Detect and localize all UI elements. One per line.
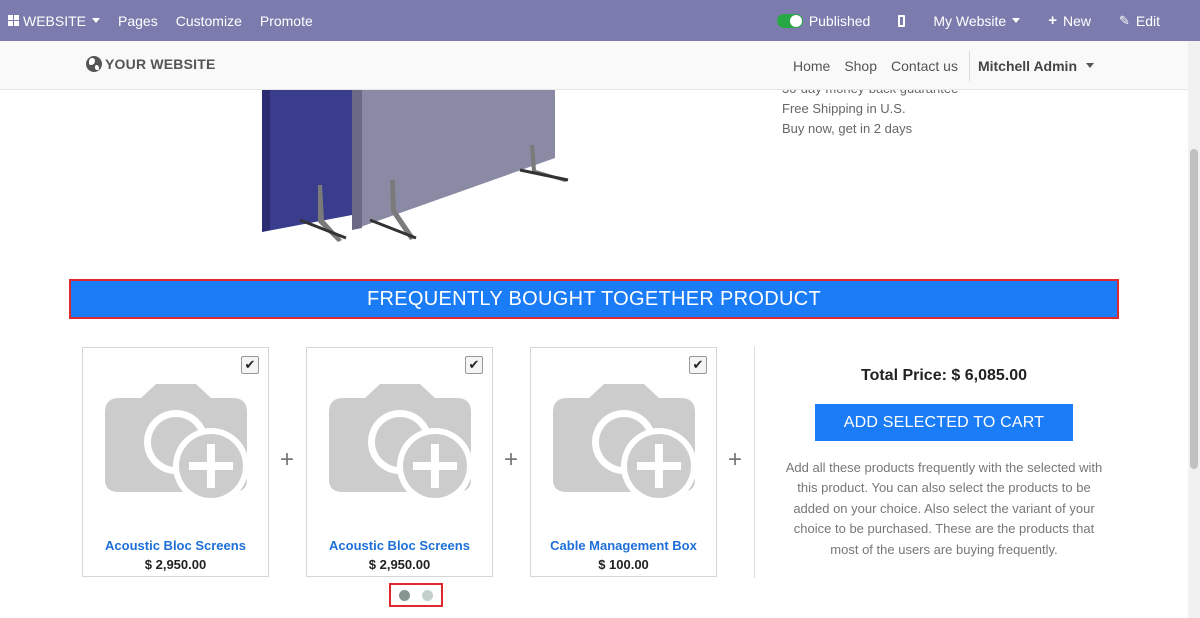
section-title: FREQUENTLY BOUGHT TOGETHER PRODUCT xyxy=(367,287,821,310)
carousel-pagination xyxy=(389,583,443,607)
product-checkbox[interactable]: ✔ xyxy=(689,356,707,374)
plus-separator: + xyxy=(503,446,518,473)
pages-menu[interactable]: Pages xyxy=(109,0,167,41)
summary-description: Add all these products frequently with t… xyxy=(785,460,1103,557)
total-price: Total Price: $ 6,085.00 xyxy=(860,367,1027,384)
product-name[interactable]: Acoustic Bloc Screens xyxy=(307,538,492,553)
user-name: Mitchell Admin xyxy=(977,57,1077,74)
add-selected-to-cart-button[interactable]: ADD SELECTED TO CART xyxy=(815,404,1073,441)
product-image xyxy=(262,90,569,242)
new-button[interactable]: + New xyxy=(1034,0,1105,41)
toggle-switch-icon xyxy=(776,13,803,28)
nav-home[interactable]: Home xyxy=(786,58,837,74)
plus-separator: + xyxy=(279,446,294,473)
feature-shipping: Free Shipping in U.S. xyxy=(782,101,906,116)
pencil-icon: ✎ xyxy=(1118,12,1130,28)
scrollbar-thumb[interactable] xyxy=(1190,149,1198,469)
chevron-down-icon xyxy=(92,18,101,23)
page-scrollbar[interactable] xyxy=(1188,41,1200,618)
pagination-dot-2[interactable] xyxy=(422,589,433,601)
camera-plus-icon xyxy=(329,384,473,500)
feature-delivery: Buy now, get in 2 days xyxy=(782,121,913,136)
product-card[interactable]: ✔ Acoustic Bloc Screens $ 2,950.00 xyxy=(306,347,493,577)
new-label: New xyxy=(1062,12,1091,29)
admin-bar: WEBSITE Pages Customize Promote Publishe… xyxy=(0,0,1200,41)
my-website-dropdown[interactable]: My Website xyxy=(919,0,1034,41)
product-price: $ 2,950.00 xyxy=(368,557,431,572)
apps-grid-icon xyxy=(8,15,19,26)
logo-text: YOUR WEBSITE xyxy=(105,56,216,72)
camera-plus-icon xyxy=(553,384,697,500)
product-card[interactable]: ✔ Cable Management Box $ 100.00 xyxy=(530,347,717,577)
summary-divider xyxy=(754,346,755,578)
website-menu-button[interactable]: WEBSITE xyxy=(0,0,109,41)
chevron-down-icon xyxy=(1012,18,1021,23)
product-checkbox[interactable]: ✔ xyxy=(465,356,483,374)
edit-label: Edit xyxy=(1135,12,1160,29)
site-logo[interactable]: YOUR WEBSITE xyxy=(86,56,216,72)
chevron-down-icon xyxy=(1086,63,1094,68)
site-header: YOUR WEBSITE Home Shop Contact us Mitche… xyxy=(0,41,1188,90)
plus-icon: + xyxy=(1048,12,1057,29)
nav-contact[interactable]: Contact us xyxy=(884,58,965,74)
product-name[interactable]: Acoustic Bloc Screens xyxy=(83,538,268,553)
user-menu[interactable]: Mitchell Admin xyxy=(974,58,1098,74)
published-toggle[interactable]: Published xyxy=(768,0,885,41)
customize-menu[interactable]: Customize xyxy=(167,0,251,41)
product-card[interactable]: ✔ Acoustic Bloc Screens $ 2,950.00 xyxy=(82,347,269,577)
pagination-dot-1[interactable] xyxy=(399,589,410,601)
product-checkbox[interactable]: ✔ xyxy=(241,356,259,374)
product-price: $ 2,950.00 xyxy=(144,557,207,572)
nav-divider xyxy=(968,50,970,81)
product-price: $ 100.00 xyxy=(598,557,649,572)
mobile-phone-icon xyxy=(898,14,906,27)
mobile-preview-button[interactable] xyxy=(884,0,919,41)
globe-icon xyxy=(86,56,102,72)
camera-plus-icon xyxy=(105,384,249,500)
main-nav: Home Shop Contact us Mitchell Admin xyxy=(786,41,1098,90)
nav-shop[interactable]: Shop xyxy=(837,58,884,74)
section-title-banner: FREQUENTLY BOUGHT TOGETHER PRODUCT xyxy=(69,279,1119,319)
published-label: Published xyxy=(808,12,871,29)
promote-menu[interactable]: Promote xyxy=(251,0,322,41)
plus-separator: + xyxy=(727,446,742,473)
my-website-label: My Website xyxy=(933,12,1007,29)
website-menu-label: WEBSITE xyxy=(23,12,87,29)
edit-button[interactable]: ✎ Edit xyxy=(1105,0,1200,41)
product-name[interactable]: Cable Management Box xyxy=(531,538,716,553)
